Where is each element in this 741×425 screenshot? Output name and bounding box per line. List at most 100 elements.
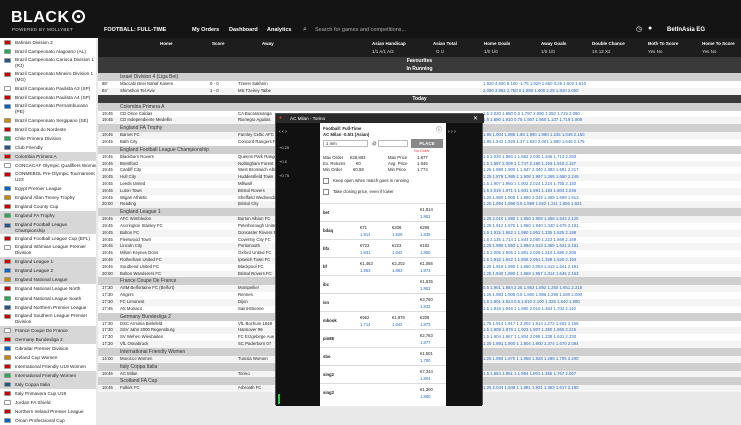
sidebar-item[interactable]: Colombia Primera A [0,152,96,162]
sidebar-item[interactable]: Oman Professional Cup [0,416,96,425]
event-odds[interactable]: 1.5 2.019 1.971 1 1.931 1.881 1.183 1.80… [483,188,576,195]
closing-price-checkbox[interactable] [323,189,329,195]
bookmaker-row[interactable]: bfx €723 €223 €182 1.831 1.842 1.850 [320,239,446,257]
sidebar-item[interactable]: Brazil Campeonato Alagoano (AL) [0,47,96,56]
event-odds[interactable]: 2.090 3.952 2.750 0 1.890 1.900 2.25 1.8… [483,88,579,95]
section-in-running[interactable]: In Running [98,65,741,73]
event-odds[interactable]: 1.25 1.912 1.870 1 1.960 1.940 1.340 1.6… [483,223,579,230]
event-odds[interactable]: 1.25 1.990 1.905 1 1.860 2.049 1.359 1.6… [483,195,579,202]
bookmaker-row[interactable]: sing2 €7,344 1.804 [320,365,446,383]
sidebar-item[interactable]: Iceland Cup Women [0,353,96,362]
event-odds[interactable]: 1.25 2.010 1.980 1 1.950 1.909 1.356 1.6… [483,216,579,223]
event-odds[interactable]: 1.25 2.044 1.948 1 1.881 1.931 1.363 1.6… [483,385,579,392]
event-odds[interactable]: 1.5 2.020 1.860 1 1.882 2.030 1.346 1.71… [483,154,576,161]
sidebar-item[interactable]: England FA Trophy [0,211,96,221]
sidebar-item[interactable]: Egypt Premier League [0,184,96,193]
event-odds[interactable]: 1.5 1.887 2.009 1 1.747 2.180 1.193 1.91… [483,161,576,168]
event-odds[interactable]: 1.85 1.904 1.885 1.85 1.990 1.990 1.225 … [483,132,585,139]
sidebar-item[interactable]: Jordan FA Shield [0,398,96,407]
sidebar-item[interactable]: France Coupe De France [0,325,96,335]
event-odds[interactable]: 1.5 1.890 1.910 0.75 1.907 1.950 1.137 1… [483,117,582,124]
sidebar-item[interactable]: Italy Primavera Cup U19 [0,389,96,398]
event-odds[interactable]: 1.25 1.990 1.900 1 1.847 2.040 1.383 1.6… [483,167,579,174]
sidebar-item[interactable]: Brazil Copa do Nordeste [0,125,96,134]
sidebar-item[interactable]: England Isthmian League Premier Division [0,243,96,257]
sidebar-item[interactable]: England League 2 [0,266,96,276]
section-today[interactable]: Today [98,94,741,103]
sidebar-item[interactable]: Gibraltar Premier Division [0,344,96,353]
sidebar-item[interactable]: International Friendly Women [0,371,96,381]
sidebar-item[interactable]: Brazil Campeonato Paulista A4 (SP) [0,93,96,102]
nav-dashboard[interactable]: Dashboard [229,27,258,33]
event-odds[interactable]: 1.5 1.915 1.922 1 1.808 2.051 1.329 1.62… [483,257,576,264]
event-row[interactable]: 84' Shimshon Tel Aviv 1 - 0 MS Tzeirey Taib… [98,87,741,95]
sidebar-item[interactable]: Northern Ireland Premier League [0,407,96,416]
sidebar-item[interactable]: CONCACAF Olympic Qualifiers Women [0,161,96,170]
event-odds[interactable]: 1.85 1.942 1.925 1.37 1.820 2.001 1.990 … [483,139,585,146]
event-odds[interactable]: 1.25 1.919 1.990 1 1.860 2.053 1.313 1.6… [483,264,579,271]
sidebar-item[interactable]: England Allan Trevey Trophy [0,193,96,202]
bookmaker-row[interactable]: bf €1,463 €2,202 €1,066 1.853 1.863 1.873 [320,257,446,275]
sidebar-item[interactable]: Brazil Campeonato Pernambucano (PE) [0,102,96,116]
bookmaker-row[interactable]: pin88 €2,763 1.877 [320,329,446,347]
bookmaker-row[interactable]: bdaq €71 €338 €296 1.814 1.828 1.835 [320,221,446,239]
sidebar-item[interactable]: England National League South [0,294,96,303]
sidebar-item[interactable]: Brazil Campeonato Sergipano (SE) [0,116,96,125]
sidebar-item[interactable]: Brazil Campeonato Carioca Division 1 (RJ… [0,56,96,70]
bookmaker-row[interactable]: mbook €562 €1,976 €208 1.714 1.842 1.873 [320,311,446,329]
event-odds[interactable]: 1.5 2.135 1.714 1 1.844 2.080 1.223 1.66… [483,237,576,244]
sidebar-item[interactable]: England League 1 [0,257,96,267]
sidebar-item[interactable]: International Friendly U19 Women [0,362,96,371]
event-row[interactable]: 88' Maccabi Bnei Nahaf Kasem 0 - 0 Tzeirei … [98,81,741,88]
event-odds[interactable]: 1.5 2.005 1.905 1 1.881 2.028 1.310 1.68… [483,250,576,257]
place-button[interactable]: PLACE [411,139,443,148]
bookmaker-row[interactable]: ibc €1,635 1.862 [320,275,446,293]
event-odds[interactable]: 1.25 1.891 1.900 1 1.904 1.900 1.374 1.6… [483,341,579,348]
close-icon[interactable]: ✕ [473,115,478,122]
event-odds[interactable]: 1.920 4.600 8.100 -1.75 1.920 1.650 3.25… [483,81,586,88]
event-odds[interactable]: 1.25 1.894 1.996 0.5 1.869 1.922 1.211 1… [483,201,582,208]
event-odds[interactable]: 1.5 1.901 1.924 0.5 1.810 2.100 1.326 1.… [483,299,580,306]
sidebar-item[interactable]: Germany Bundesliga 2 [0,334,96,344]
sidebar-item[interactable]: Brazil Campeonato Paulista A3 (SP) [0,84,96,93]
event-odds[interactable]: 1.75 1.914 1.917 1 2.002 1.914 1.272 1.6… [483,321,579,328]
event-odds[interactable]: 1.5 1.909 1.879 1 1.923 1.907 1.390 1.66… [483,327,576,334]
event-odds[interactable]: 1.5 1.918 1.949 1 1.880 2.010 1.363 1.70… [483,306,576,313]
back-arrows-icon[interactable]: ‹ ‹ › [279,129,287,135]
league-header[interactable]: Israel Division 4 (Liga Bet) [98,73,741,81]
sidebar-item[interactable]: England County Cup [0,202,96,211]
search-input[interactable]: Search for games and competitions... [315,27,406,33]
user-icon[interactable]: ● [648,25,652,32]
sidebar-item[interactable]: England Southern League Premier Division [0,312,96,326]
sidebar-item[interactable]: Brazil Campeonato Mineiro Division 1 (MG… [0,70,96,84]
bookmaker-row[interactable]: isn €3,760 1.833 [320,293,446,311]
account-name[interactable]: BetInAsia EG [667,27,705,33]
sidebar-item[interactable]: England National League [0,275,96,285]
forward-arrows-icon[interactable]: › › › [448,129,456,135]
event-odds[interactable]: 1.25 1.983 1.905 0.5 1.800 1.986 1.290 1… [483,292,582,299]
bookmaker-row[interactable]: sbo €1,501 1.780 [320,347,446,365]
sidebar-item[interactable]: England Football League Championship [0,220,96,235]
sidebar-item[interactable]: England Northern Premier League [0,303,96,312]
league-header[interactable]: Colombia Primera A [98,102,741,111]
event-odds[interactable]: 1.5 2.020 1.880 0.5 1.787 2.090 1.250 1.… [483,111,580,118]
event-odds[interactable]: 1.25 1.990 1.860 1 1.994 2.013 1.369 1.6… [483,243,579,250]
nav-analytics[interactable]: Analytics [267,27,291,33]
bookmaker-row[interactable]: sing2 €1,300 1.860 [320,383,446,401]
event-odds[interactable]: 1.5 1.915 1.962 1 1.990 1.952 1.335 1.62… [483,230,576,237]
sidebar-item[interactable]: England National League North [0,284,96,293]
event-odds[interactable]: 1.25 1.879 1.985 1 1.908 1.997 1.265 1.6… [483,174,579,181]
info-icon[interactable]: ⓘ [436,125,442,134]
sidebar-item[interactable]: Bahrain Division 2 [0,38,96,47]
sidebar-item[interactable]: Chile Primera Division [0,134,96,143]
sidebar-item[interactable]: Italy Coppa Italia [0,380,96,390]
event-odds[interactable]: 1.25 1.990 1.870 1 1.968 1.928 1.299 1.7… [483,356,579,363]
price-input[interactable] [378,140,408,147]
section-favourites[interactable]: Favourites [98,57,741,65]
sidebar-item[interactable]: Club Friendly [0,143,96,152]
event-odds[interactable]: 0.5 1.901 1.884 2.25 1.952 1.892 1.250 1… [483,285,582,292]
keep-open-checkbox[interactable] [323,178,329,184]
sidebar-item[interactable]: England Football League Cup (EFL) [0,234,96,243]
sport-selector[interactable]: FOOTBALL: FULL-TIME [104,27,166,33]
event-odds[interactable]: 1.5 1.884 1.951 1 1.994 1.901 1.356 1.76… [483,371,576,378]
